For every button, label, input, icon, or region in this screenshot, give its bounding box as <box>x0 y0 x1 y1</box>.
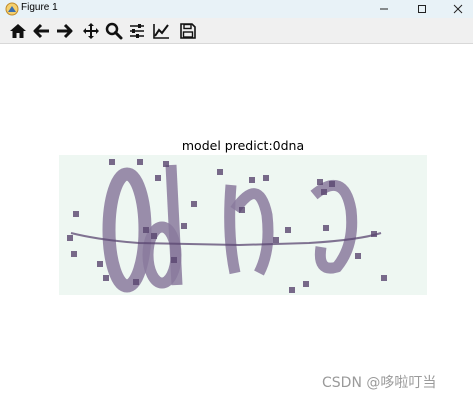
pan-move-icon <box>83 23 99 39</box>
subplots-button[interactable] <box>126 21 148 41</box>
maximize-button[interactable] <box>404 0 440 18</box>
back-arrow-icon <box>33 23 49 39</box>
minimize-icon <box>380 8 388 10</box>
matplotlib-toolbar <box>0 18 473 44</box>
close-icon <box>453 4 463 14</box>
captcha-image <box>59 155 427 295</box>
forward-arrow-icon <box>57 23 73 39</box>
zoom-magnifier-icon <box>105 22 123 40</box>
csdn-watermark: CSDN @哆啦叮当 <box>322 375 437 391</box>
figure-canvas[interactable]: model predict:0dna CSDN @哆啦叮当 <box>0 45 473 401</box>
close-button[interactable] <box>440 0 473 18</box>
maximize-icon <box>418 5 426 13</box>
forward-button[interactable] <box>53 21 75 41</box>
minimize-button[interactable] <box>366 0 402 18</box>
save-button[interactable] <box>177 21 199 41</box>
window-title: Figure 1 <box>21 2 58 13</box>
matplotlib-app-icon <box>5 2 19 16</box>
zoom-button[interactable] <box>103 21 125 41</box>
customize-button[interactable] <box>150 21 172 41</box>
home-icon <box>10 24 26 38</box>
configure-subplots-icon <box>130 24 144 38</box>
plot-title: model predict:0dna <box>181 138 305 153</box>
back-button[interactable] <box>31 21 53 41</box>
save-floppy-icon <box>180 23 196 39</box>
edit-axis-icon <box>153 24 169 39</box>
home-button[interactable] <box>7 21 29 41</box>
pan-button[interactable] <box>80 21 102 41</box>
window-titlebar: Figure 1 <box>0 0 473 18</box>
